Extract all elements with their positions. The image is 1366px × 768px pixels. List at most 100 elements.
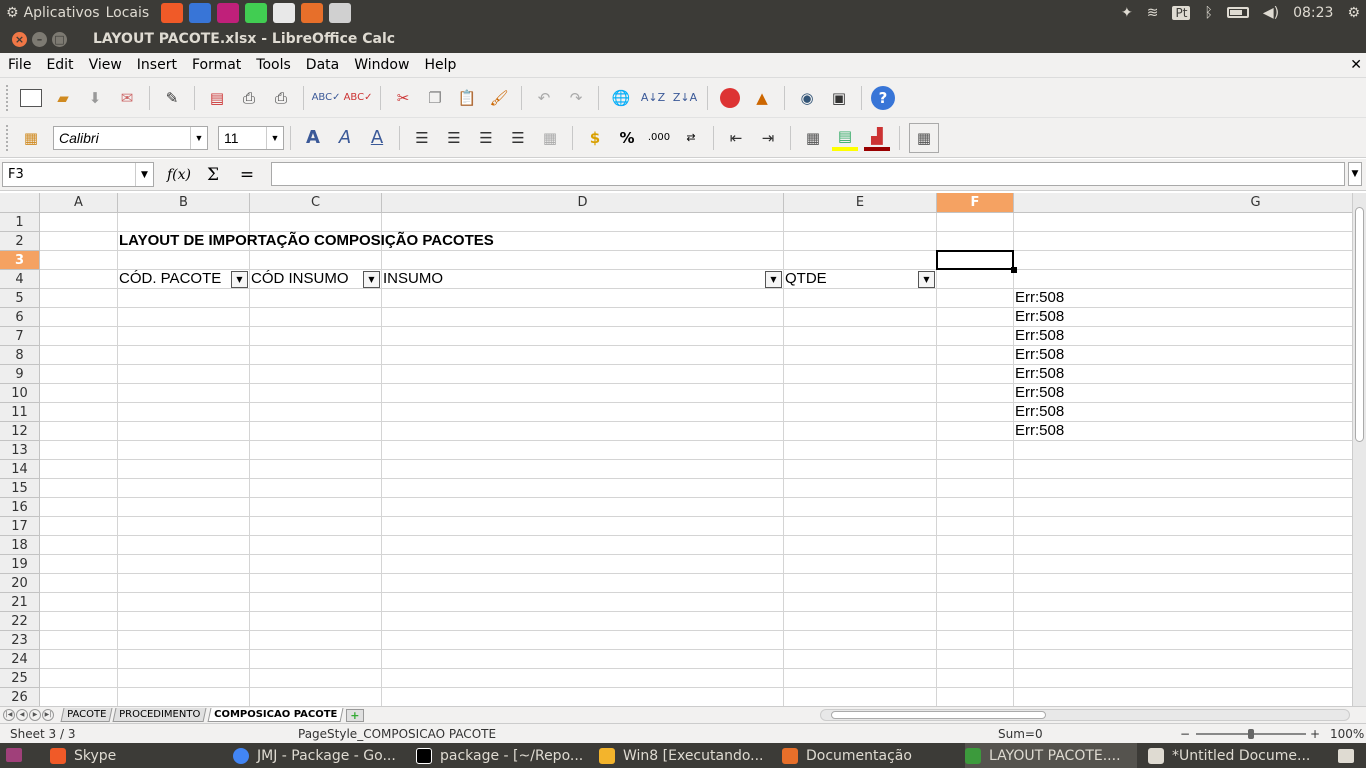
menu-view[interactable]: View [81,57,129,73]
row-header[interactable]: 25 [0,669,40,688]
keyboard-layout-indicator[interactable]: Pt [1172,5,1191,20]
screenshot-launcher-icon[interactable] [329,2,352,23]
taskbar-item[interactable]: Skype [50,743,222,768]
hyperlink-icon[interactable]: 🌐 [608,85,634,111]
cell-d4-header[interactable]: INSUMO [383,269,443,288]
row-header[interactable]: 21 [0,593,40,612]
function-wizard-icon[interactable]: f(x) [164,167,194,183]
menu-data[interactable]: Data [298,57,346,73]
column-header-f[interactable]: F [937,193,1014,213]
row-header[interactable]: 19 [0,555,40,574]
row-header[interactable]: 20 [0,574,40,593]
edit-mode-icon[interactable]: ✎ [159,85,185,111]
row-header[interactable]: 22 [0,612,40,631]
cell-b4-header[interactable]: CÓD. PACOTE [119,269,221,288]
trash-icon[interactable] [1338,749,1354,763]
sort-descending-icon[interactable]: Z↓A [672,85,698,111]
draw-functions-icon[interactable]: ▲ [749,85,775,111]
export-pdf-icon[interactable]: ▤ [204,85,230,111]
next-sheet-icon[interactable]: ▶ [29,709,41,721]
sheet-tab-pacote[interactable]: PACOTE [60,708,113,722]
taskbar-item-active[interactable]: LAYOUT PACOTE.... [965,743,1137,768]
column-header-b[interactable]: B [118,193,250,213]
align-left-icon[interactable]: ☰ [409,125,435,151]
column-header-d[interactable]: D [382,193,784,213]
autofilter-dropdown-icon[interactable]: ▼ [918,271,935,288]
underline-icon[interactable]: A [364,125,390,151]
align-center-icon[interactable]: ☰ [441,125,467,151]
decrease-indent-icon[interactable]: ⇤ [723,125,749,151]
currency-format-icon[interactable]: $ [582,125,608,151]
minimize-window-button[interactable]: – [32,31,47,47]
code-editor-launcher-icon[interactable] [189,2,212,23]
row-header[interactable]: 3 [0,251,40,270]
zoom-in-icon[interactable]: + [1310,727,1320,741]
new-document-icon[interactable] [18,85,44,111]
font-color-icon[interactable]: ▟ [864,125,890,151]
brave-launcher-icon[interactable] [161,2,184,23]
sort-ascending-icon[interactable]: A↓Z [640,85,666,111]
cut-icon[interactable]: ✂ [390,85,416,111]
insert-chart-icon[interactable] [717,85,743,111]
paste-icon[interactable]: 📋 [454,85,480,111]
clock[interactable]: 08:23 [1293,5,1333,21]
toolbar-grip[interactable] [6,84,9,111]
cell-e4-header[interactable]: QTDE [785,269,827,288]
row-header[interactable]: 5 [0,289,40,308]
redo-icon[interactable]: ↷ [563,85,589,111]
borders-icon[interactable]: ▦ [800,125,826,151]
menu-edit[interactable]: Edit [38,57,80,73]
row-header[interactable]: 13 [0,441,40,460]
row-header[interactable]: 4 [0,270,40,289]
formula-input[interactable] [271,162,1345,186]
delete-decimal-icon[interactable]: ⇄ [678,125,704,151]
last-sheet-icon[interactable]: ▶| [42,709,54,721]
menu-window[interactable]: Window [346,57,416,73]
cell-c4-header[interactable]: CÓD INSUMO [251,269,349,288]
cell-g8[interactable]: Err:508 [1015,345,1064,364]
taskbar-item[interactable]: Documentação [782,743,954,768]
row-header[interactable]: 26 [0,688,40,706]
name-box[interactable]: F3 ▼ [2,162,154,187]
prev-sheet-icon[interactable]: ◀ [16,709,28,721]
print-preview-icon[interactable]: ⎙ [268,85,294,111]
column-header-c[interactable]: C [250,193,382,213]
menu-file[interactable]: File [0,57,38,73]
column-header-e[interactable]: E [784,193,937,213]
wifi-icon[interactable]: ≋ [1147,5,1159,21]
row-header[interactable]: 2 [0,232,40,251]
first-sheet-icon[interactable]: |◀ [3,709,15,721]
background-color-icon[interactable]: ▤ [832,125,858,151]
row-header[interactable]: 16 [0,498,40,517]
row-header[interactable]: 18 [0,536,40,555]
toggle-grid-icon[interactable]: ▦ [909,122,939,153]
autospellcheck-icon[interactable]: ABC✓ [344,85,373,111]
home-folder-launcher-icon[interactable] [301,2,324,23]
menu-tools[interactable]: Tools [248,57,298,73]
toolbar-grip[interactable] [6,124,9,151]
cell-g9[interactable]: Err:508 [1015,364,1064,383]
zoom-level[interactable]: 100% [1330,727,1364,741]
align-right-icon[interactable]: ☰ [473,125,499,151]
increase-indent-icon[interactable]: ⇥ [755,125,781,151]
cell-b2-title[interactable]: LAYOUT DE IMPORTAÇÃO COMPOSIÇÃO PACOTES [119,231,494,250]
fill-handle[interactable] [1011,267,1017,273]
row-header[interactable]: 15 [0,479,40,498]
copy-icon[interactable]: ❐ [422,85,448,111]
close-document-icon[interactable]: ✕ [1350,57,1362,73]
cell-g11[interactable]: Err:508 [1015,402,1064,421]
justify-icon[interactable]: ☰ [505,125,531,151]
open-folder-icon[interactable]: ▰ [50,85,76,111]
row-header[interactable]: 24 [0,650,40,669]
cell-g12[interactable]: Err:508 [1015,421,1064,440]
print-icon[interactable]: ⎙ [236,85,262,111]
row-header[interactable]: 10 [0,384,40,403]
save-icon[interactable]: ⬇ [82,85,108,111]
email-icon[interactable]: ✉ [114,85,140,111]
cell-g7[interactable]: Err:508 [1015,326,1064,345]
show-desktop-icon[interactable] [6,748,22,762]
decimal-format-icon[interactable]: .000 [646,125,672,151]
styles-icon[interactable]: ▦ [18,125,44,151]
volume-icon[interactable]: ◀) [1263,5,1279,21]
row-header[interactable]: 11 [0,403,40,422]
